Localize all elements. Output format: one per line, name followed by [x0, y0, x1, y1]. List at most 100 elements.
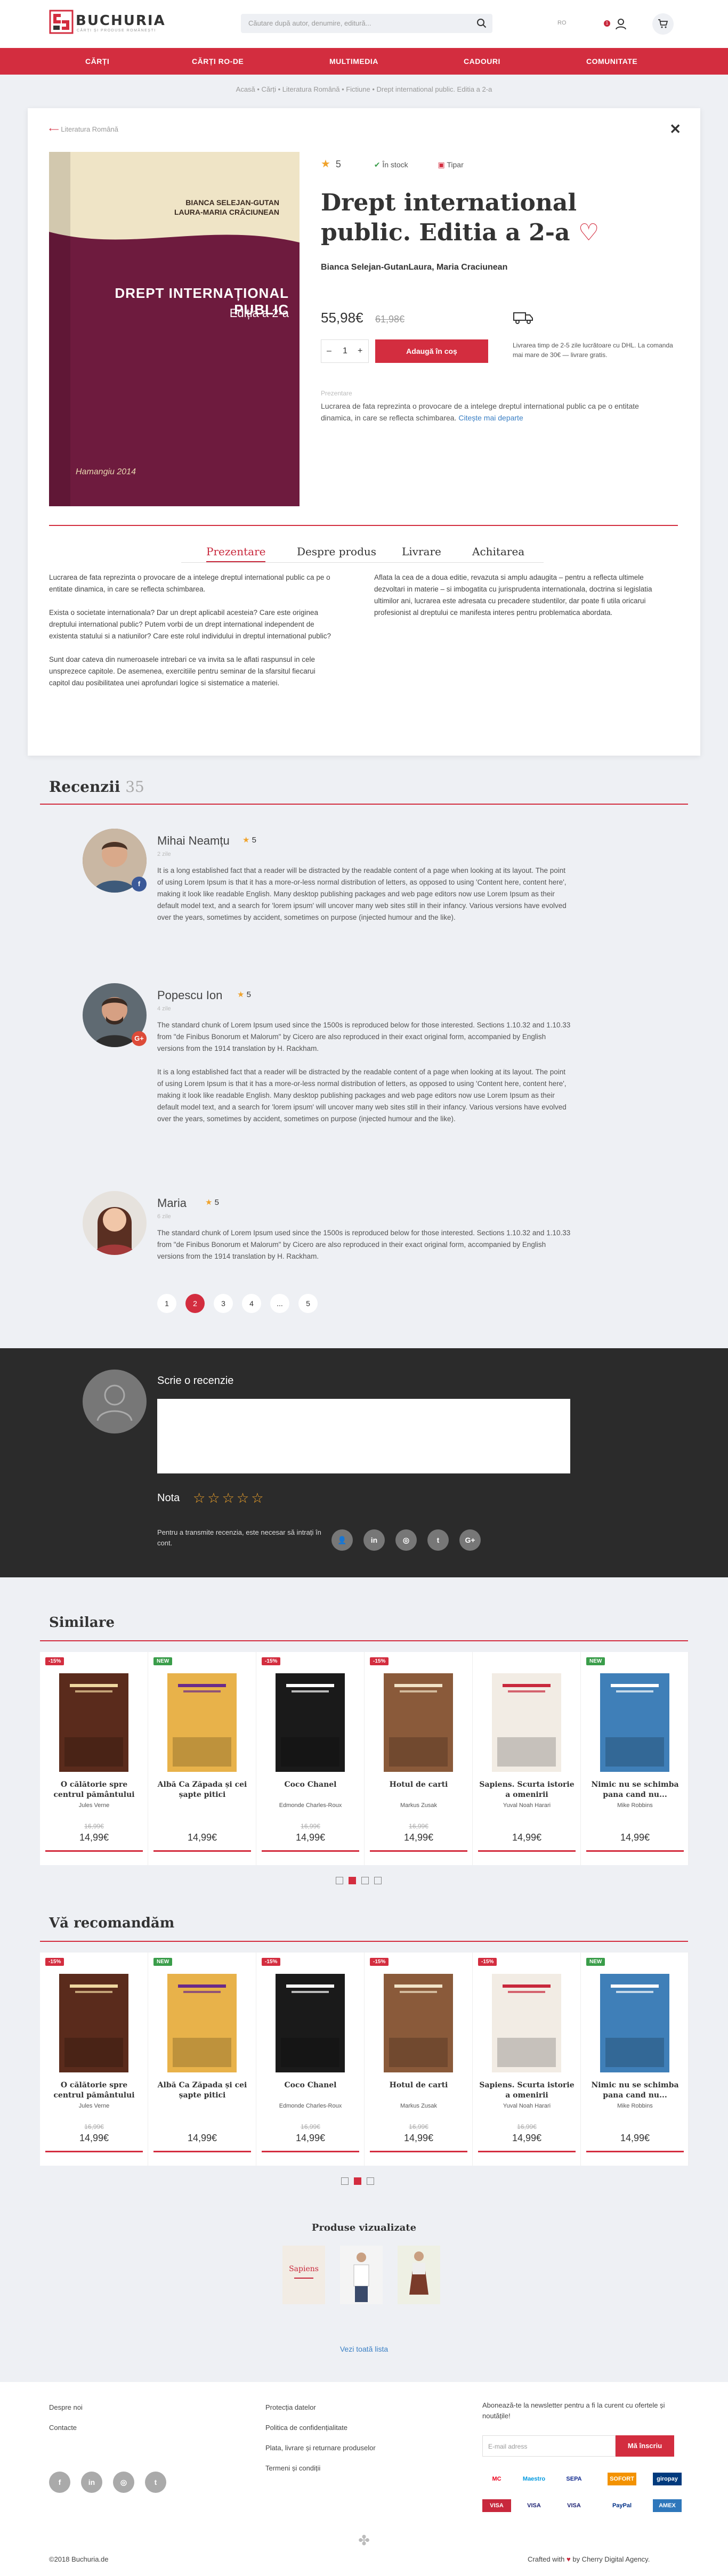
close-icon[interactable]: ✕: [669, 121, 681, 137]
recommend-divider: [40, 1941, 688, 1942]
product-tile[interactable]: -15% O călătorie spre centrul pământului…: [40, 1953, 148, 2166]
product-author: Markus Zusak: [400, 1802, 438, 1809]
quantity-value[interactable]: 1: [343, 346, 347, 356]
product-tile[interactable]: NEW Albă Ca Zăpada și cei șapte pitici 14…: [148, 1953, 256, 2166]
user-icon[interactable]: [613, 16, 629, 32]
linkedin-icon[interactable]: in: [81, 2472, 102, 2493]
newsletter-email-input[interactable]: E-mail adress: [482, 2435, 616, 2457]
linkedin-icon[interactable]: in: [363, 1529, 385, 1551]
reviewer-name: Popescu Ion: [157, 989, 223, 1002]
add-to-cart-button[interactable]: Adaugă în coș: [375, 339, 488, 363]
recommend-title: Vă recomandăm: [49, 1915, 175, 1931]
cart-button[interactable]: [652, 13, 674, 35]
twitter-icon[interactable]: t: [427, 1529, 449, 1551]
instagram-icon[interactable]: ◎: [395, 1529, 417, 1551]
minus-icon[interactable]: –: [327, 346, 331, 356]
product-cover: [600, 1673, 669, 1772]
google-plus-icon[interactable]: G+: [459, 1529, 481, 1551]
product-title[interactable]: Albă Ca Zăpada și cei șapte pitici: [153, 2080, 251, 2101]
see-all-link[interactable]: Vezi toată lista: [0, 2345, 728, 2353]
product-title[interactable]: Hotul de carti: [370, 2080, 467, 2091]
footer-link-protectia[interactable]: Protecția datelor: [265, 2403, 316, 2411]
footer-link-despre[interactable]: Despre noi: [49, 2403, 83, 2411]
carousel-dot[interactable]: [341, 2177, 349, 2185]
search-icon[interactable]: [476, 18, 487, 29]
carousel-dot[interactable]: [367, 2177, 374, 2185]
product-tile[interactable]: -15% Hotul de carti Markus Zusak 16,99€ 14,…: [365, 1652, 473, 1865]
tab-achitarea[interactable]: Achitarea: [472, 545, 524, 558]
tab-livrare[interactable]: Livrare: [402, 545, 441, 558]
page-button[interactable]: 5: [298, 1294, 318, 1313]
reviews-count: 35: [125, 778, 144, 796]
heart-icon[interactable]: ♡: [578, 219, 599, 246]
page-button[interactable]: 4: [242, 1294, 261, 1313]
nav-cadouri[interactable]: CADOURI: [464, 57, 500, 66]
logo[interactable]: BUCHURIA CĂRȚI ȘI PRODUSE ROMÂNEȘTI: [49, 10, 173, 36]
product-authors[interactable]: Bianca Selejan-GutanLaura, Maria Craciun…: [321, 263, 507, 272]
footer-link-contacte[interactable]: Contacte: [49, 2424, 77, 2432]
product-title[interactable]: Albă Ca Zăpada și cei șapte pitici: [153, 1780, 251, 1800]
plus-icon[interactable]: +: [358, 346, 362, 356]
back-link[interactable]: ⟵ Literatura Română: [49, 125, 118, 134]
carousel-dot[interactable]: [336, 1877, 343, 1884]
quantity-stepper[interactable]: – 1 +: [321, 339, 369, 363]
viewed-thumb[interactable]: [340, 2246, 383, 2304]
nav-carti[interactable]: CĂRȚI: [85, 57, 109, 66]
product-title[interactable]: O călătorie spre centrul pământului: [45, 2080, 143, 2101]
search-input[interactable]: Căutare după autor, denumire, editură...: [241, 14, 492, 33]
accent-bar: [370, 1850, 467, 1852]
shipping-info: Livrarea timp de 2-5 zile lucrătoare cu …: [513, 342, 673, 359]
product-title[interactable]: Nimic nu se schimba pana cand nu...: [586, 1780, 684, 1800]
product-tile[interactable]: -15% Coco Chanel Edmonde Charles-Roux 16,9…: [256, 1652, 365, 1865]
carousel-dot[interactable]: [361, 1877, 369, 1884]
product-title[interactable]: Hotul de carti: [370, 1780, 467, 1790]
product-title[interactable]: Coco Chanel: [262, 1780, 359, 1790]
product-tile[interactable]: Sapiens. Scurta istorie a omenirii Yuval …: [473, 1652, 581, 1865]
review-date: 6 zile: [157, 1213, 171, 1220]
nav-multimedia[interactable]: MULTIMEDIA: [329, 57, 378, 66]
breadcrumb[interactable]: Acasă • Cărți • Literatura Română • Fict…: [0, 85, 728, 93]
footer-link-termeni[interactable]: Termeni și condiții: [265, 2464, 320, 2472]
instagram-icon[interactable]: ◎: [113, 2472, 134, 2493]
read-more-link[interactable]: Citește mai departe: [458, 414, 523, 422]
presentation-para: Aflata la cea de a doua editie, revazuta…: [374, 573, 652, 617]
facebook-icon[interactable]: f: [49, 2472, 70, 2493]
rating-stars-input[interactable]: ☆☆☆☆☆: [193, 1490, 266, 1506]
page-button[interactable]: 1: [157, 1294, 176, 1313]
subscribe-button[interactable]: Mă înscriu: [616, 2435, 674, 2457]
nav-carti-ro-de[interactable]: CĂRȚI RO-DE: [192, 57, 244, 66]
nav-comunitate[interactable]: COMUNITATE: [586, 57, 637, 66]
footer-link-confidentialitate[interactable]: Politica de confidențialitate: [265, 2424, 347, 2432]
page-button[interactable]: 3: [214, 1294, 233, 1313]
product-badge: -15%: [262, 1958, 281, 1966]
carousel-dot[interactable]: [374, 1877, 382, 1884]
tab-prezentare[interactable]: Prezentare: [206, 545, 266, 562]
viewed-thumb[interactable]: [398, 2246, 440, 2304]
product-tile[interactable]: -15% O călătorie spre centrul pământului…: [40, 1652, 148, 1865]
twitter-icon[interactable]: t: [145, 2472, 166, 2493]
user-login-icon[interactable]: 👤: [331, 1529, 353, 1551]
footer-link-plata[interactable]: Plata, livrare și returnare produselor: [265, 2444, 376, 2452]
product-title[interactable]: Sapiens. Scurta istorie a omenirii: [478, 2080, 576, 2101]
product-tile[interactable]: NEW Albă Ca Zăpada și cei șapte pitici 14…: [148, 1652, 256, 1865]
product-tile[interactable]: -15% Hotul de carti Markus Zusak 16,99€ 14,…: [365, 1953, 473, 2166]
stock-status: În stock: [382, 160, 408, 169]
product-title[interactable]: Coco Chanel: [262, 2080, 359, 2091]
language-switch[interactable]: RO: [557, 20, 567, 26]
star-icon: ★: [242, 836, 250, 845]
carousel-dot-active[interactable]: [354, 2177, 361, 2185]
page-button-active[interactable]: 2: [185, 1294, 205, 1313]
product-title[interactable]: O călătorie spre centrul pământului: [45, 1780, 143, 1800]
product-badge: NEW: [586, 1958, 605, 1966]
carousel-dot-active[interactable]: [349, 1877, 356, 1884]
tab-despre-produs[interactable]: Despre produs: [297, 545, 376, 558]
viewed-thumb[interactable]: Sapiens: [282, 2246, 325, 2304]
book-cover-art: [276, 1673, 345, 1772]
product-title[interactable]: Sapiens. Scurta istorie a omenirii: [478, 1780, 576, 1800]
product-tile[interactable]: NEW Nimic nu se schimba pana cand nu... M…: [581, 1953, 689, 2166]
product-tile[interactable]: NEW Nimic nu se schimba pana cand nu... M…: [581, 1652, 689, 1865]
review-textarea[interactable]: [157, 1399, 570, 1473]
product-title[interactable]: Nimic nu se schimba pana cand nu...: [586, 2080, 684, 2101]
product-tile[interactable]: -15% Coco Chanel Edmonde Charles-Roux 16,9…: [256, 1953, 365, 2166]
product-tile[interactable]: -15% Sapiens. Scurta istorie a omenirii Y…: [473, 1953, 581, 2166]
